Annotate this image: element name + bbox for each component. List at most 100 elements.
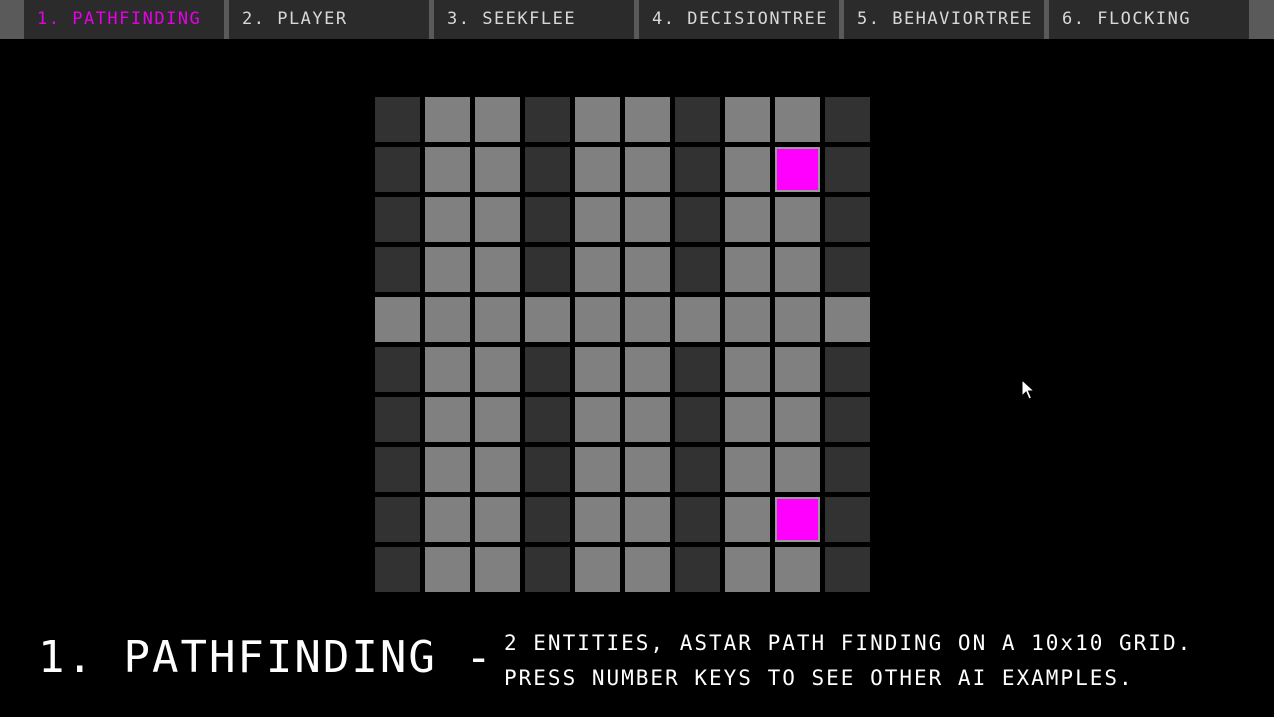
tab-pathfinding[interactable]: 1. PATHFINDING [24, 0, 224, 39]
blocked-cell [675, 447, 720, 492]
open-cell [475, 297, 520, 342]
blocked-cell [525, 447, 570, 492]
open-cell [575, 147, 620, 192]
open-cell [475, 97, 520, 142]
blocked-cell [825, 347, 870, 392]
open-cell [775, 447, 820, 492]
open-cell [725, 197, 770, 242]
blocked-cell [525, 347, 570, 392]
open-cell [575, 197, 620, 242]
blocked-cell [675, 497, 720, 542]
blocked-cell [375, 497, 420, 542]
open-cell [475, 247, 520, 292]
open-cell [725, 397, 770, 442]
mouse-cursor-icon [1021, 379, 1035, 400]
description-line-1: 2 ENTITIES, ASTAR PATH FINDING ON A 10x1… [504, 631, 1193, 655]
blocked-cell [675, 547, 720, 592]
open-cell [375, 297, 420, 342]
tab-bar: 1. PATHFINDING 2. PLAYER 3. SEEKFLEE 4. … [0, 0, 1274, 39]
blocked-cell [825, 197, 870, 242]
open-cell [425, 247, 470, 292]
open-cell [775, 197, 820, 242]
blocked-cell [675, 147, 720, 192]
blocked-cell [525, 97, 570, 142]
blocked-cell [525, 547, 570, 592]
scene-title: 1. PATHFINDING - [38, 632, 494, 683]
open-cell [625, 447, 670, 492]
open-cell [575, 497, 620, 542]
tab-flocking[interactable]: 6. FLOCKING [1049, 0, 1249, 39]
blocked-cell [675, 197, 720, 242]
open-cell [725, 347, 770, 392]
open-cell [575, 397, 620, 442]
blocked-cell [825, 97, 870, 142]
open-cell [775, 347, 820, 392]
blocked-cell [675, 397, 720, 442]
blocked-cell [675, 247, 720, 292]
blocked-cell [825, 497, 870, 542]
blocked-cell [375, 447, 420, 492]
open-cell [625, 497, 670, 542]
blocked-cell [825, 147, 870, 192]
open-cell [725, 547, 770, 592]
blocked-cell [375, 347, 420, 392]
blocked-cell [525, 497, 570, 542]
blocked-cell [375, 197, 420, 242]
tab-behaviortree[interactable]: 5. BEHAVIORTREE [844, 0, 1044, 39]
open-cell [625, 397, 670, 442]
blocked-cell [375, 147, 420, 192]
open-cell [625, 97, 670, 142]
open-cell [475, 497, 520, 542]
blocked-cell [525, 247, 570, 292]
blocked-cell [825, 397, 870, 442]
scene-description: 2 ENTITIES, ASTAR PATH FINDING ON A 10x1… [504, 626, 1192, 696]
open-cell [825, 297, 870, 342]
blocked-cell [825, 447, 870, 492]
entity-cell [775, 147, 820, 192]
open-cell [775, 97, 820, 142]
open-cell [475, 147, 520, 192]
open-cell [625, 147, 670, 192]
open-cell [775, 397, 820, 442]
open-cell [725, 447, 770, 492]
open-cell [625, 547, 670, 592]
open-cell [575, 297, 620, 342]
open-cell [675, 297, 720, 342]
open-cell [775, 247, 820, 292]
open-cell [725, 247, 770, 292]
open-cell [575, 347, 620, 392]
open-cell [625, 297, 670, 342]
open-cell [625, 247, 670, 292]
open-cell [425, 347, 470, 392]
open-cell [725, 497, 770, 542]
open-cell [725, 97, 770, 142]
open-cell [425, 397, 470, 442]
open-cell [775, 297, 820, 342]
open-cell [775, 547, 820, 592]
open-cell [575, 97, 620, 142]
open-cell [575, 547, 620, 592]
open-cell [425, 297, 470, 342]
blocked-cell [675, 347, 720, 392]
open-cell [425, 497, 470, 542]
open-cell [425, 547, 470, 592]
open-cell [475, 197, 520, 242]
tab-seekflee[interactable]: 3. SEEKFLEE [434, 0, 634, 39]
tab-player[interactable]: 2. PLAYER [229, 0, 429, 39]
open-cell [425, 97, 470, 142]
open-cell [525, 297, 570, 342]
blocked-cell [525, 397, 570, 442]
blocked-cell [375, 97, 420, 142]
open-cell [425, 197, 470, 242]
open-cell [425, 447, 470, 492]
open-cell [475, 347, 520, 392]
blocked-cell [825, 247, 870, 292]
blocked-cell [375, 547, 420, 592]
open-cell [725, 297, 770, 342]
blocked-cell [375, 247, 420, 292]
tab-decisiontree[interactable]: 4. DECISIONTREE [639, 0, 839, 39]
open-cell [575, 247, 620, 292]
open-cell [475, 397, 520, 442]
open-cell [625, 197, 670, 242]
open-cell [625, 347, 670, 392]
